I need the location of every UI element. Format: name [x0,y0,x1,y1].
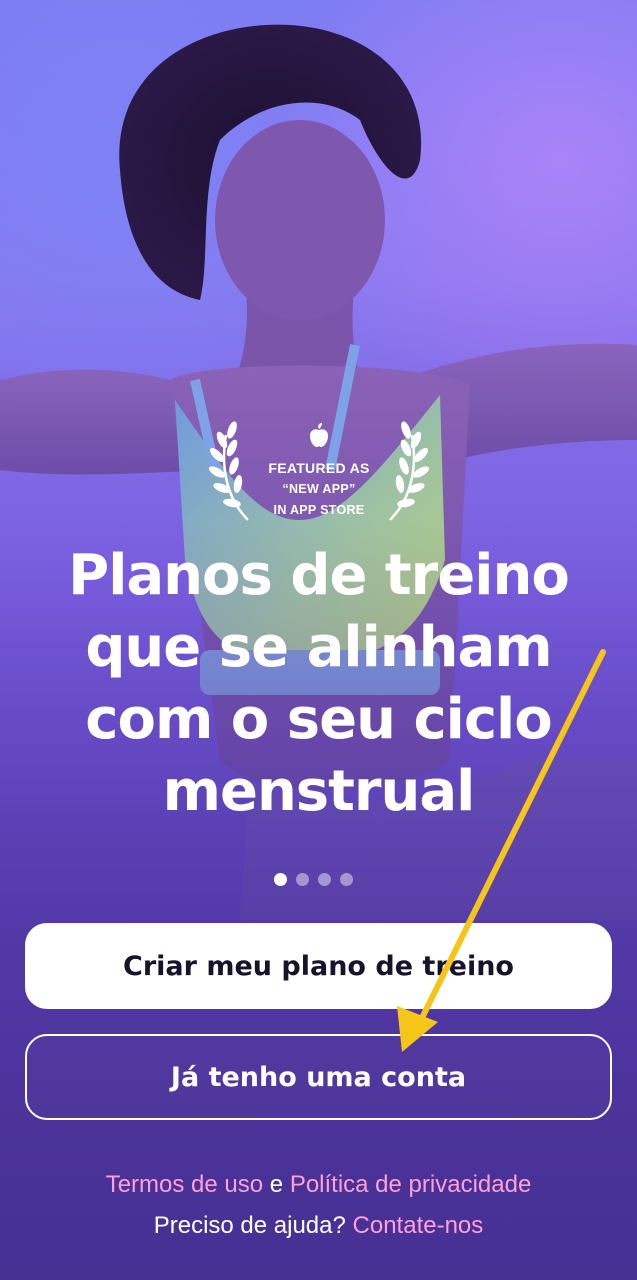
page-dot-3[interactable] [318,873,331,886]
headline: Planos de treino que se alinham com o se… [0,540,637,828]
legal-and-text: e [269,1171,284,1198]
page-dot-2[interactable] [296,873,309,886]
contact-link[interactable]: Contate-nos [353,1212,484,1239]
badge-line-1: FEATURED AS [268,460,370,476]
laurel-right-icon [389,421,430,521]
badge-line-2: “NEW APP” [282,482,356,496]
help-question-text: Preciso de ajuda? [153,1212,346,1239]
apple-icon [310,423,328,447]
legal-links: Termos de uso e Política de privacidade [0,1170,637,1200]
privacy-link[interactable]: Política de privacidade [290,1171,531,1198]
badge-line-3: IN APP STORE [273,503,365,517]
page-dot-1[interactable] [274,873,287,886]
page-indicator [274,873,353,886]
headline-line-3: com o seu ciclo [85,687,552,752]
help-row: Preciso de ajuda? Contate-nos [0,1211,637,1241]
headline-line-4: menstrual [162,759,476,824]
featured-badge: FEATURED AS “NEW APP” IN APP STORE [208,400,430,530]
headline-line-1: Planos de treino [68,543,570,608]
terms-link[interactable]: Termos de uso [106,1171,263,1198]
create-plan-button[interactable]: Criar meu plano de treino [25,923,612,1009]
have-account-button[interactable]: Já tenho uma conta [25,1034,612,1120]
page-dot-4[interactable] [340,873,353,886]
headline-line-2: que se alinham [85,615,552,680]
